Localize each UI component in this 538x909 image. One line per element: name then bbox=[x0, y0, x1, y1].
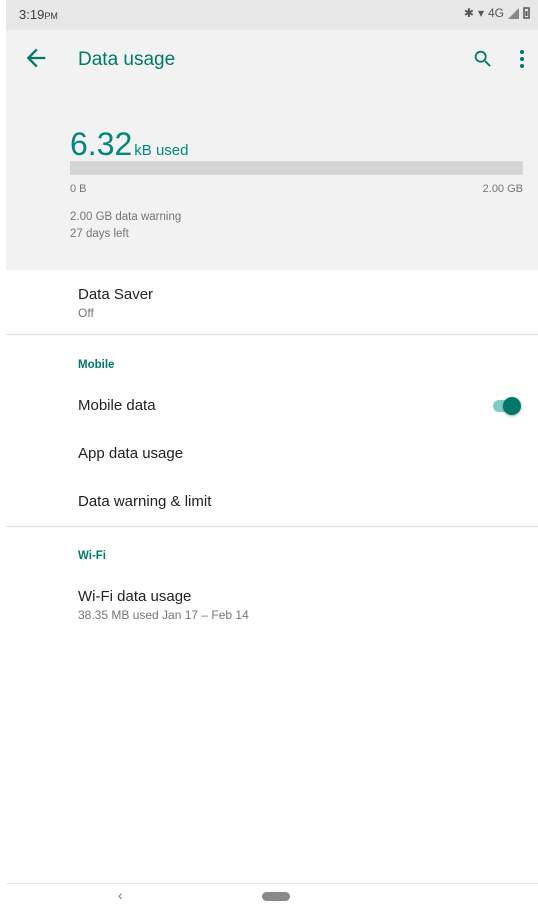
usage-bar-max-label: 2.00 GB bbox=[482, 183, 523, 195]
app-data-usage-item[interactable]: App data usage bbox=[78, 445, 183, 462]
usage-amount: 6.32 kB used bbox=[70, 126, 188, 163]
usage-progress-bar bbox=[70, 161, 523, 175]
status-bar: 3:19PM ✱ ▾ 4G bbox=[6, 0, 538, 30]
data-warning-limit-item[interactable]: Data warning & limit bbox=[78, 493, 211, 510]
divider bbox=[6, 334, 538, 335]
data-saver-title: Data Saver bbox=[78, 286, 154, 303]
status-ampm: PM bbox=[44, 11, 58, 21]
data-warning-text: 2.00 GB data warning bbox=[70, 211, 182, 223]
nav-home-icon[interactable] bbox=[262, 892, 290, 901]
search-icon[interactable] bbox=[472, 48, 494, 70]
app-data-usage-label: App data usage bbox=[78, 445, 184, 462]
usage-warning-info: 2.00 GB data warning 27 days left bbox=[70, 209, 181, 243]
divider bbox=[6, 526, 538, 527]
toggle-thumb bbox=[503, 397, 521, 415]
bluetooth-icon: ✱ bbox=[463, 6, 474, 20]
wifi-icon: ▾ bbox=[477, 6, 484, 20]
network-type: 4G bbox=[487, 6, 504, 20]
usage-amount-value: 6.32 bbox=[70, 126, 133, 162]
section-header-wifi: Wi-Fi bbox=[78, 550, 106, 562]
battery-icon bbox=[523, 7, 530, 19]
wifi-data-usage-item[interactable]: Wi-Fi data usage 38.35 MB used Jan 17 – … bbox=[78, 588, 249, 622]
more-vert-icon[interactable] bbox=[516, 48, 528, 70]
status-clock: 3:19 bbox=[19, 7, 45, 22]
wifi-data-usage-label: Wi-Fi data usage bbox=[78, 588, 192, 605]
wifi-data-usage-summary: 38.35 MB used Jan 17 – Feb 14 bbox=[78, 608, 249, 622]
mobile-data-item[interactable]: Mobile data bbox=[78, 397, 156, 414]
usage-bar-min-label: 0 B bbox=[70, 183, 87, 195]
section-header-mobile: Mobile bbox=[78, 359, 115, 371]
mobile-data-label: Mobile data bbox=[78, 397, 156, 414]
back-arrow-icon[interactable] bbox=[22, 44, 50, 72]
status-icons: ✱ ▾ 4G bbox=[464, 6, 530, 20]
usage-summary-panel: Data usage 6.32 kB used 0 B 2.00 GB 2.00 … bbox=[6, 30, 538, 270]
page-title: Data usage bbox=[78, 49, 176, 70]
mobile-data-toggle[interactable] bbox=[493, 397, 523, 415]
status-time: 3:19PM bbox=[19, 7, 58, 22]
days-left-text: 27 days left bbox=[70, 228, 129, 240]
nav-back-icon[interactable]: ‹ bbox=[118, 887, 123, 903]
usage-amount-unit: kB used bbox=[134, 142, 189, 159]
data-saver-value: Off bbox=[78, 306, 94, 320]
data-saver-item[interactable]: Data Saver Off bbox=[78, 286, 153, 320]
system-nav-bar: ‹ bbox=[6, 883, 538, 909]
signal-icon bbox=[508, 7, 519, 19]
data-warning-limit-label: Data warning & limit bbox=[78, 493, 212, 510]
